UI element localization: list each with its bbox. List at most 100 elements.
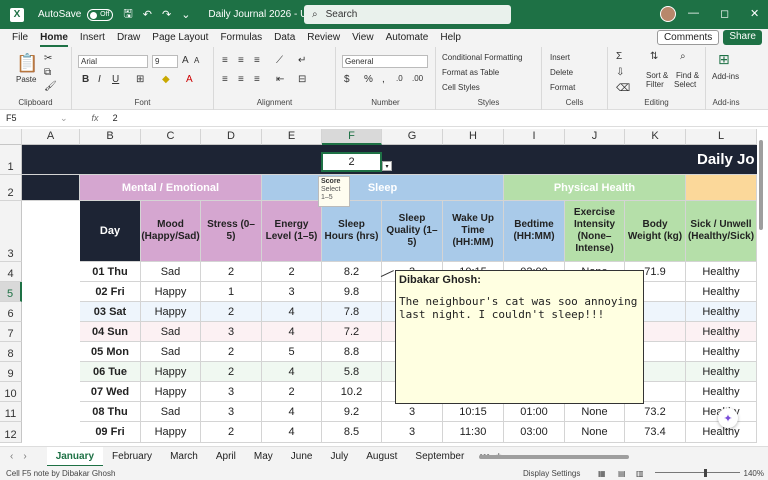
search-box[interactable]: ⌕ Search [304,5,511,24]
cell-d4[interactable]: 2 [262,262,322,282]
cell-j12[interactable]: 73.4 [625,422,686,443]
column-header-j[interactable]: J [565,129,625,145]
cell-styles-button[interactable]: Cell Styles [442,83,480,92]
row-header-3[interactable]: 3 [0,201,22,262]
cell-e12[interactable]: 8.5 [322,422,382,443]
cut-icon[interactable]: ✂ [44,53,52,64]
cell-a10[interactable]: 07 Wed [80,382,141,402]
cell-b9[interactable]: Happy [141,362,201,382]
filter-label[interactable]: Filter [646,80,664,89]
cell-f12[interactable]: 3 [382,422,443,443]
insert-cells-button[interactable]: Insert [550,53,570,62]
sheet-tab-march[interactable]: March [161,447,207,467]
copy-icon[interactable]: ⧉ [44,67,51,78]
column-header-i[interactable]: I [504,129,565,145]
row-header-5[interactable]: 5 [0,282,22,302]
selected-cell-f5[interactable]: 2 [321,152,382,172]
row-header-7[interactable]: 7 [0,322,22,342]
cell-c11[interactable]: 3 [201,402,262,422]
cell-b12[interactable]: Happy [141,422,201,443]
row-header-6[interactable]: 6 [0,302,22,322]
tab-home[interactable]: Home [34,29,74,47]
bold-icon[interactable]: B [82,74,89,85]
increase-font-icon[interactable]: A [182,55,189,66]
column-header-e[interactable]: E [262,129,322,145]
align-center-icon[interactable]: ≡ [238,74,244,85]
cell-a7[interactable]: 04 Sun [80,322,141,342]
addins-button[interactable]: Add-ins [712,72,739,81]
tab-file[interactable]: File [6,29,34,47]
paste-icon[interactable]: 📋 [16,53,38,74]
find-label[interactable]: Find & [676,71,699,80]
tab-page-layout[interactable]: Page Layout [146,29,214,47]
row-header-1[interactable]: 1 [0,145,22,175]
underline-icon[interactable]: U [112,74,119,85]
paste-label[interactable]: Paste [16,75,36,84]
font-color-icon[interactable]: A [186,74,193,85]
cell-c5[interactable]: 1 [201,282,262,302]
percent-icon[interactable]: % [364,74,373,85]
increase-decimal-icon[interactable]: .0 [396,74,403,83]
horizontal-scrollbar[interactable] [479,455,629,459]
align-middle-icon[interactable]: ≡ [238,55,244,66]
cell-k4[interactable]: Healthy [686,262,757,282]
sheet-tab-may[interactable]: May [245,447,282,467]
cell-c4[interactable]: 2 [201,262,262,282]
cell-h11[interactable]: 01:00 [504,402,565,422]
align-top-icon[interactable]: ≡ [222,55,228,66]
format-cells-button[interactable]: Format [550,83,575,92]
column-header-b[interactable]: B [80,129,141,145]
validation-dropdown-icon[interactable]: ▾ [382,161,392,171]
cell-e10[interactable]: 10.2 [322,382,382,402]
zoom-level[interactable]: 140% [744,469,764,478]
undo-icon[interactable]: ↶ [143,8,152,21]
cell-b8[interactable]: Sad [141,342,201,362]
cell-k10[interactable]: Healthy [686,382,757,402]
cell-k8[interactable]: Healthy [686,342,757,362]
row-header-2[interactable]: 2 [0,175,22,201]
tab-insert[interactable]: Insert [74,29,111,47]
row-header-12[interactable]: 12 [0,422,22,443]
minimize-button[interactable]: — [688,7,699,19]
row-header-4[interactable]: 4 [0,262,22,282]
fill-color-icon[interactable]: ◆ [162,74,170,85]
cell-b6[interactable]: Happy [141,302,201,322]
decrease-font-icon[interactable]: A [194,56,199,65]
column-header-h[interactable]: H [443,129,504,145]
sheet-next-icon[interactable]: › [23,451,26,462]
name-box-dropdown-icon[interactable]: ⌄ [60,113,68,124]
align-bottom-icon[interactable]: ≡ [254,55,260,66]
cell-g12[interactable]: 11:30 [443,422,504,443]
borders-icon[interactable]: ⊞ [136,74,144,85]
delete-cells-button[interactable]: Delete [550,68,573,77]
cell-d7[interactable]: 4 [262,322,322,342]
select-label[interactable]: Select [674,80,696,89]
redo-icon[interactable]: ↷ [162,8,171,21]
column-header-c[interactable]: C [141,129,201,145]
user-avatar[interactable] [660,6,676,22]
cell-e5[interactable]: 9.8 [322,282,382,302]
cell-b5[interactable]: Happy [141,282,201,302]
cell-b7[interactable]: Sad [141,322,201,342]
autosum-icon[interactable]: Σ [616,51,622,62]
copilot-icon[interactable]: ✦ [718,408,738,428]
cell-e4[interactable]: 8.2 [322,262,382,282]
number-format-combo[interactable]: General [342,55,428,68]
align-right-icon[interactable]: ≡ [254,74,260,85]
cell-d6[interactable]: 4 [262,302,322,322]
cell-e7[interactable]: 7.2 [322,322,382,342]
cell-d11[interactable]: 4 [262,402,322,422]
row-header-11[interactable]: 11 [0,402,22,422]
sort-filter-icon[interactable]: ⇅ [650,51,658,62]
cell-d12[interactable]: 4 [262,422,322,443]
autosave-toggle[interactable]: Off [87,8,114,21]
font-size-combo[interactable]: 9 [152,55,178,68]
cell-note[interactable]: Dibakar Ghosh: The neighbour's cat was s… [395,270,644,404]
tab-view[interactable]: View [346,29,380,47]
find-select-icon[interactable]: ⌕ [680,51,686,62]
cell-k9[interactable]: Healthy [686,362,757,382]
cell-e6[interactable]: 7.8 [322,302,382,322]
sheet-tab-january[interactable]: January [46,446,104,467]
cell-c12[interactable]: 2 [201,422,262,443]
merge-center-icon[interactable]: ⊟ [298,74,306,85]
